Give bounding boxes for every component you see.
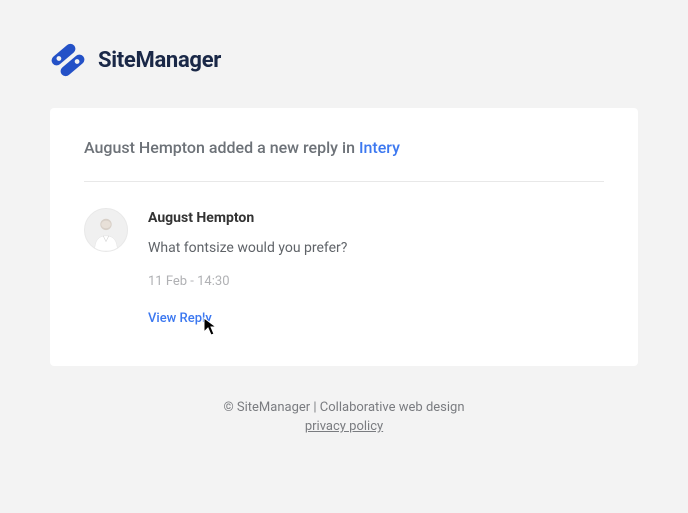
divider (84, 181, 604, 182)
brand-name: SiteManager (98, 48, 221, 73)
reply-message: What fontsize would you prefer? (148, 240, 604, 256)
header: SiteManager (50, 42, 638, 78)
privacy-policy-link[interactable]: privacy policy (305, 419, 383, 434)
project-link[interactable]: Intery (359, 138, 400, 157)
reply-timestamp: 11 Feb - 14:30 (148, 274, 604, 289)
reply-author: August Hempton (148, 210, 604, 226)
view-reply-link[interactable]: View Reply (148, 311, 212, 326)
notification-card: August Hempton added a new reply in Inte… (50, 108, 638, 366)
reply-body: August Hempton What fontsize would you p… (148, 208, 604, 326)
avatar (84, 208, 128, 252)
footer-copyright: © SiteManager | Collaborative web design (50, 400, 638, 415)
view-reply-label: View Reply (148, 311, 212, 326)
footer: © SiteManager | Collaborative web design… (50, 366, 638, 434)
brand-logo-icon (50, 42, 86, 78)
card-title: August Hempton added a new reply in Inte… (84, 138, 604, 157)
card-title-text: August Hempton added a new reply in (84, 138, 359, 157)
reply-item: August Hempton What fontsize would you p… (84, 208, 604, 326)
